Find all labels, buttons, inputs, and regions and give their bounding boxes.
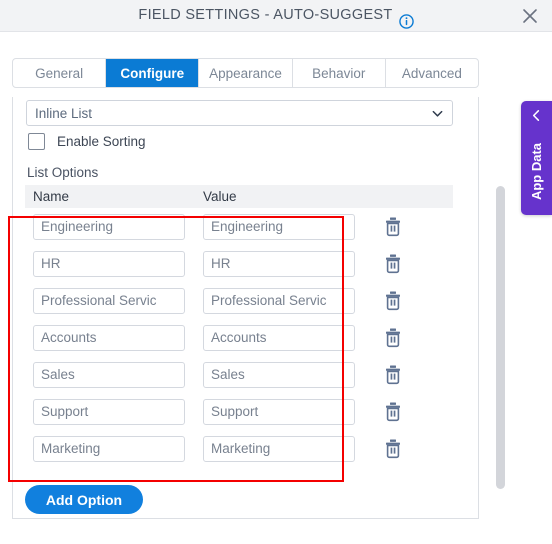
- page-title: FIELD SETTINGS - AUTO-SUGGEST: [0, 0, 552, 31]
- settings-tabs: General Configure Appearance Behavior Ad…: [12, 58, 479, 88]
- trash-icon[interactable]: [383, 216, 403, 238]
- enable-sorting-label: Enable Sorting: [57, 134, 146, 149]
- option-name-input[interactable]: Support: [33, 399, 185, 425]
- scrollbar-thumb[interactable]: [496, 186, 505, 489]
- option-value-input[interactable]: Professional Servic: [203, 288, 355, 314]
- list-options-rows: Engineering Engineering HR HR Profession…: [25, 210, 453, 469]
- add-option-label: Add Option: [45, 491, 123, 508]
- option-name-input[interactable]: HR: [33, 251, 185, 277]
- option-value-input[interactable]: Accounts: [203, 325, 355, 351]
- table-row: Engineering Engineering: [25, 210, 453, 247]
- list-type-select[interactable]: Inline List: [26, 100, 453, 126]
- tab-behavior-label: Behavior: [312, 65, 366, 81]
- table-row: Accounts Accounts: [25, 321, 453, 358]
- list-type-select-value: Inline List: [35, 105, 93, 121]
- tab-behavior[interactable]: Behavior: [293, 59, 386, 87]
- option-value-input[interactable]: Engineering: [203, 214, 355, 240]
- field-settings-dialog: FIELD SETTINGS - AUTO-SUGGEST General Co…: [0, 0, 552, 544]
- option-name-input[interactable]: Marketing: [33, 436, 185, 462]
- option-value-input[interactable]: Support: [203, 399, 355, 425]
- trash-icon[interactable]: [383, 290, 403, 312]
- column-header-value: Value: [203, 189, 237, 204]
- option-name-input[interactable]: Engineering: [33, 214, 185, 240]
- chevron-down-icon: [431, 107, 444, 120]
- enable-sorting-checkbox[interactable]: [28, 133, 45, 150]
- table-row: Marketing Marketing: [25, 432, 453, 469]
- option-value-input[interactable]: Marketing: [203, 436, 355, 462]
- option-name-input[interactable]: Accounts: [33, 325, 185, 351]
- add-option-button[interactable]: Add Option: [25, 485, 143, 514]
- app-data-tab[interactable]: App Data: [521, 101, 552, 215]
- option-name-input[interactable]: Professional Servic: [33, 288, 185, 314]
- app-data-tab-label-wrap: App Data: [521, 127, 552, 215]
- app-data-tab-label: App Data: [529, 142, 544, 200]
- list-type-select-row: Inline List: [26, 100, 453, 126]
- option-value-input[interactable]: HR: [203, 251, 355, 277]
- scrollbar[interactable]: [496, 186, 505, 489]
- table-row: Sales Sales: [25, 358, 453, 395]
- table-row: HR HR: [25, 247, 453, 284]
- option-value-input[interactable]: Sales: [203, 362, 355, 388]
- tab-configure-label: Configure: [120, 65, 185, 81]
- dialog-title-text: FIELD SETTINGS - AUTO-SUGGEST: [138, 7, 393, 23]
- trash-icon[interactable]: [383, 253, 403, 275]
- tab-configure[interactable]: Configure: [106, 59, 200, 87]
- trash-icon[interactable]: [383, 401, 403, 423]
- tab-advanced[interactable]: Advanced: [386, 59, 478, 87]
- enable-sorting-row[interactable]: Enable Sorting: [28, 133, 146, 150]
- configure-panel: Inline List Enable Sorting List Options …: [12, 97, 479, 519]
- column-header-name: Name: [33, 189, 70, 204]
- table-row: Professional Servic Professional Servic: [25, 284, 453, 321]
- tab-advanced-label: Advanced: [401, 65, 462, 81]
- tab-general[interactable]: General: [13, 59, 107, 87]
- chevron-left-icon: [530, 109, 543, 122]
- tab-general-label: General: [35, 65, 84, 81]
- list-options-table-header: Name Value: [25, 185, 453, 208]
- info-circle-icon[interactable]: [398, 10, 414, 29]
- list-options-label: List Options: [27, 165, 99, 180]
- option-name-input[interactable]: Sales: [33, 362, 185, 388]
- close-icon[interactable]: [520, 6, 540, 26]
- trash-icon[interactable]: [383, 327, 403, 349]
- trash-icon[interactable]: [383, 438, 403, 460]
- dialog-titlebar: FIELD SETTINGS - AUTO-SUGGEST: [0, 0, 552, 32]
- trash-icon[interactable]: [383, 364, 403, 386]
- table-row: Support Support: [25, 395, 453, 432]
- tab-appearance[interactable]: Appearance: [199, 59, 293, 87]
- tab-appearance-label: Appearance: [209, 65, 282, 81]
